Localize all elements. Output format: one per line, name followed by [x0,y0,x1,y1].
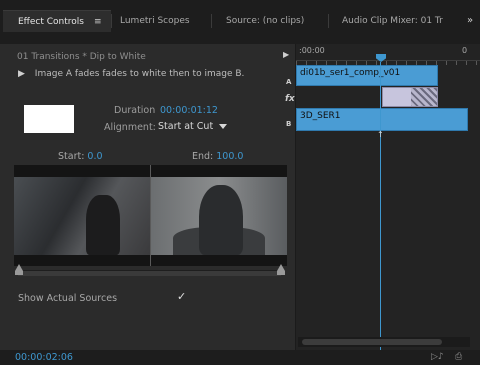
effect-description: Image A fades fades to white then to ima… [34,69,245,79]
show-actual-sources-label: Show Actual Sources [18,293,118,304]
chevron-down-icon [219,124,228,129]
source-preview-frames [14,165,287,266]
end-value[interactable]: 100.0 [216,151,243,162]
tab-divider [211,14,212,28]
alignment-dropdown[interactable]: Start at Cut [158,121,228,135]
transition-hatch [411,88,437,106]
alignment-label: Alignment: [104,122,156,133]
effect-path: 01 Transitions * Dip to White [17,52,146,62]
panel-tab-bar: Effect Controls ≡ Lumetri Scopes Source:… [0,0,480,44]
tab-audio-clip-mixer[interactable]: Audio Clip Mixer: 01 Tr [342,10,454,32]
tab-effect-controls-label: Effect Controls [18,17,84,27]
tab-source[interactable]: Source: (no clips) [226,10,326,32]
image-b-preview [151,177,287,255]
start-slider-handle[interactable] [15,264,23,271]
effect-description-row: ▶ Image A fades fades to white then to i… [18,69,244,79]
transition-block[interactable] [382,87,438,107]
ruler-end-time: 0 [462,46,468,55]
more-tabs-icon[interactable]: » [467,10,473,32]
tab-lumetri-scopes[interactable]: Lumetri Scopes [120,10,210,32]
tab-lumetri-scopes-label: Lumetri Scopes [120,16,190,26]
playhead-line[interactable] [380,62,381,350]
export-audio-icon[interactable]: ▷♪ [431,352,444,362]
fx-badge-icon[interactable]: fx [285,94,295,104]
clip-a-name: di01b_ser1_comp_v01 [300,68,401,78]
clip-b[interactable]: 3D_SER1 [296,108,468,131]
panel-menu-icon[interactable]: ≡ [94,17,102,27]
image-a-preview [14,177,150,255]
cut-point-arrow-icon: ↑ [377,130,384,139]
start-end-slider-track[interactable] [18,270,281,276]
ruler-start-time: :00:00 [299,46,325,55]
preview-divider [150,165,151,266]
duration-label: Duration [114,105,156,116]
clip-b-name: 3D_SER1 [300,111,341,121]
end-field: End: 100.0 [192,151,243,162]
current-timecode[interactable]: 00:00:02:06 [15,352,73,363]
effect-timeline: :00:00 0 di01b_ser1_comp_v01 3D_SER1 ↑ [295,44,480,365]
clip-a[interactable]: di01b_ser1_comp_v01 [296,65,438,86]
end-slider-handle-base[interactable] [277,271,285,275]
duration-value[interactable]: 00:00:01:12 [160,105,218,116]
track-a-label: A [286,78,292,86]
track-b-label: B [286,120,292,128]
timeline-scrollbar-thumb[interactable] [302,339,442,345]
show-actual-sources-checkbox[interactable]: ✓ [177,290,186,303]
play-transition-icon[interactable]: ▶ [283,50,289,59]
end-label: End: [192,151,214,162]
disclosure-triangle-icon[interactable]: ▶ [18,69,25,79]
end-slider-handle[interactable] [277,264,285,271]
tab-source-label: Source: (no clips) [226,16,305,26]
start-label: Start: [58,151,85,162]
effect-controls-panel: 01 Transitions * Dip to White ▶ ▶ Image … [0,44,295,365]
timeline-scrollbar[interactable] [298,337,470,347]
start-slider-handle-base[interactable] [15,271,23,275]
export-frame-icon[interactable]: ⎙ [455,352,462,362]
tab-audio-clip-mixer-label: Audio Clip Mixer: 01 Tr [342,16,443,26]
figure-silhouette [199,185,243,255]
start-field: Start: 0.0 [58,151,103,162]
tab-divider [328,14,329,28]
start-value[interactable]: 0.0 [87,151,102,162]
transition-thumbnail [24,105,74,133]
alignment-value: Start at Cut [158,121,214,132]
figure-silhouette [86,195,120,255]
tab-divider [111,14,112,28]
